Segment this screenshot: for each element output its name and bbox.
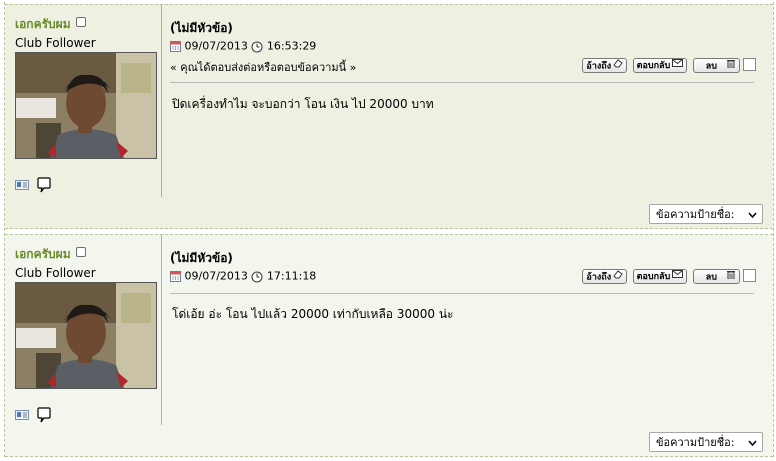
post-list: เอกครับผม Club Follower (ไม่มีหัวข้อ) 09…: [4, 2, 774, 457]
post-content: (ไม่มีหัวข้อ) 09/07/2013 17:11:18 อ้างถึ…: [170, 235, 768, 425]
delete-button[interactable]: ลบ: [692, 269, 740, 284]
delete-label: ลบ: [705, 272, 717, 283]
reply-label: ตอบกลับ: [636, 272, 671, 282]
eraser-icon: [613, 59, 623, 73]
envelope-icon: [672, 270, 684, 283]
member-rank: Club Follower: [15, 266, 96, 280]
post: เอกครับผม Club Follower (ไม่มีหัวข้อ) 09…: [5, 4, 773, 229]
member-rank: Club Follower: [15, 36, 96, 50]
eraser-icon: [613, 270, 623, 284]
post-time: 17:11:18: [266, 269, 317, 283]
post-date: 09/07/2013: [184, 269, 248, 283]
post-time: 16:53:29: [266, 39, 317, 53]
trash-icon: [727, 59, 735, 73]
quote-label: อ้างถึง: [586, 61, 612, 72]
post-date: 09/07/2013: [184, 39, 248, 53]
username-text[interactable]: เอกครับผม: [15, 17, 71, 31]
post-subject[interactable]: (ไม่มีหัวข้อ): [170, 19, 233, 38]
profile-card-icon[interactable]: [15, 179, 29, 194]
trash-icon: [727, 270, 735, 284]
post-select-checkbox[interactable]: [743, 269, 756, 282]
speech-bubble-icon[interactable]: [36, 407, 51, 426]
delete-button[interactable]: ลบ: [692, 58, 740, 73]
post-actions: อ้างถึง ตอบกลับ ลบ: [580, 58, 740, 73]
quote-button[interactable]: อ้างถึง: [582, 269, 628, 284]
post-actions: อ้างถึง ตอบกลับ ลบ: [580, 269, 740, 284]
avatar-photo: [16, 53, 156, 158]
reply-button[interactable]: ตอบกลับ: [632, 269, 688, 284]
post-body: โด่เอ้ย อ่ะ โอน ไปแล้ว 20000 เท่ากับเหลื…: [172, 307, 454, 321]
envelope-icon: [672, 59, 684, 72]
username-link[interactable]: เอกครับผม: [15, 15, 86, 34]
avatar[interactable]: [15, 282, 157, 389]
profile-card-icon[interactable]: [15, 409, 29, 424]
offline-status-icon: [75, 17, 86, 27]
chevron-down-icon: [748, 433, 757, 461]
post-select-checkbox[interactable]: [743, 58, 756, 71]
post-subject[interactable]: (ไม่มีหัวข้อ): [170, 249, 233, 268]
username-text[interactable]: เอกครับผม: [15, 247, 71, 261]
signature-dropdown[interactable]: ข้อความป้ายชื่อ:: [649, 432, 763, 452]
author-panel: เอกครับผม Club Follower: [5, 235, 162, 425]
offline-status-icon: [75, 247, 86, 257]
avatar[interactable]: [15, 52, 157, 159]
calendar-icon: [170, 270, 181, 283]
profile-icons: [15, 407, 51, 423]
clock-icon: [251, 270, 263, 283]
clock-icon: [251, 40, 263, 53]
author-panel: เอกครับผม Club Follower: [5, 5, 162, 197]
post-dateline: 09/07/2013 17:11:18: [170, 269, 316, 283]
post-dateline: 09/07/2013 16:53:29: [170, 39, 316, 53]
post-body: ปิดเครื่องทำไม จะบอกว่า โอน เงิน ไป 2000…: [172, 97, 434, 111]
calendar-icon: [170, 40, 181, 53]
avatar-photo: [16, 283, 156, 388]
signature-dropdown-value: ข้อความป้ายชื่อ:: [656, 436, 735, 449]
speech-bubble-icon[interactable]: [36, 177, 51, 196]
reply-button[interactable]: ตอบกลับ: [632, 58, 688, 73]
reply-label: ตอบกลับ: [636, 61, 671, 71]
profile-icons: [15, 177, 51, 193]
post-divider: [170, 293, 754, 294]
quote-button[interactable]: อ้างถึง: [582, 58, 628, 73]
post: เอกครับผม Club Follower (ไม่มีหัวข้อ) 09…: [5, 234, 773, 457]
username-link[interactable]: เอกครับผม: [15, 245, 86, 264]
chevron-down-icon: [748, 205, 757, 233]
signature-dropdown[interactable]: ข้อความป้ายชื่อ:: [649, 204, 763, 224]
post-content: (ไม่มีหัวข้อ) 09/07/2013 16:53:29 « คุณไ…: [170, 5, 768, 195]
post-divider: [170, 82, 754, 83]
post-navigation[interactable]: « คุณได้ตอบส่งต่อหรือตอบข้อความนี้ »: [170, 58, 356, 76]
quote-label: อ้างถึง: [586, 272, 612, 283]
reply-chain-link[interactable]: « คุณได้ตอบส่งต่อหรือตอบข้อความนี้ »: [170, 61, 356, 74]
delete-label: ลบ: [705, 61, 717, 72]
signature-dropdown-value: ข้อความป้ายชื่อ:: [656, 208, 735, 221]
